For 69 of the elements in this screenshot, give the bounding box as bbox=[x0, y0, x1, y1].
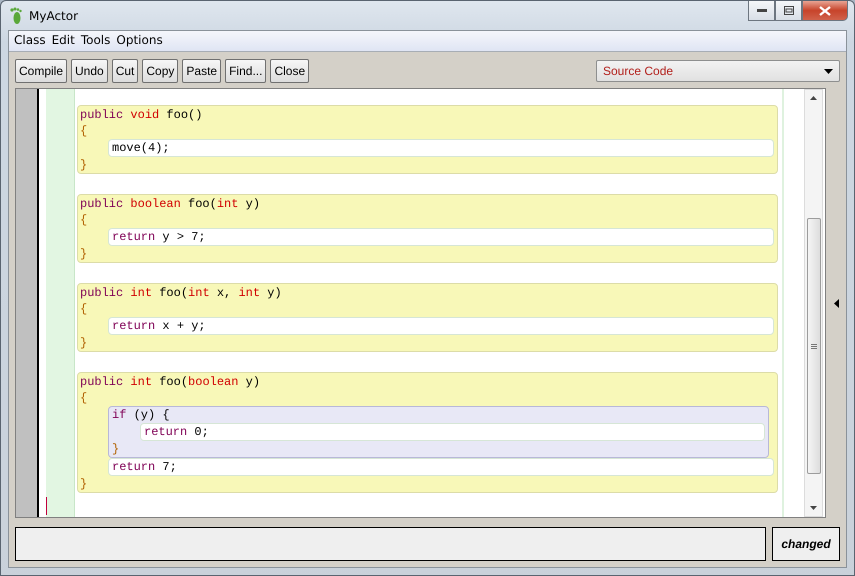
code-keyword: int bbox=[188, 286, 210, 300]
menu-item[interactable]: Options bbox=[113, 33, 166, 51]
toolbar-button[interactable]: Copy bbox=[142, 59, 178, 83]
code-text: y) bbox=[266, 286, 282, 300]
code-keyword: int bbox=[216, 197, 238, 211]
code-keyword: int bbox=[238, 286, 260, 300]
brace: } bbox=[80, 335, 88, 351]
maximize-button[interactable] bbox=[775, 1, 802, 21]
footprint-icon bbox=[9, 6, 23, 24]
scrollbar[interactable] bbox=[804, 89, 823, 517]
menu-item[interactable]: Edit bbox=[48, 33, 78, 51]
close-button[interactable] bbox=[802, 1, 848, 21]
code-text: foo( bbox=[158, 286, 188, 300]
brace: } bbox=[80, 157, 88, 173]
code-keyword: void bbox=[129, 108, 160, 122]
view-dropdown[interactable]: Source Code bbox=[596, 60, 840, 82]
code-text: x, bbox=[216, 286, 232, 300]
brace: { bbox=[80, 212, 88, 228]
maximize-icon bbox=[784, 6, 794, 15]
window-title: MyActor bbox=[29, 8, 80, 22]
menu-item[interactable]: Tools bbox=[78, 33, 114, 51]
toolbar-button[interactable]: Cut bbox=[112, 59, 138, 83]
toolbar-button[interactable]: Undo bbox=[71, 59, 108, 83]
menu-item[interactable]: Class bbox=[11, 33, 49, 51]
brace: { bbox=[80, 123, 88, 139]
scroll-up-icon[interactable] bbox=[810, 96, 817, 100]
brace: } bbox=[80, 476, 88, 492]
code-text: foo( bbox=[158, 375, 188, 389]
toolbar-button[interactable]: Find... bbox=[225, 59, 266, 83]
code-keyword: public bbox=[80, 197, 124, 211]
toolbar-button[interactable]: Close bbox=[270, 59, 310, 83]
code-keyword: return bbox=[144, 425, 188, 439]
brace: { bbox=[80, 390, 88, 406]
code-keyword: public bbox=[80, 286, 124, 300]
code-text: y > 7; bbox=[161, 230, 206, 244]
scroll-thumb[interactable] bbox=[806, 218, 820, 474]
code-text: 0; bbox=[193, 425, 209, 439]
code-text: x + y; bbox=[161, 319, 206, 333]
brace: } bbox=[112, 441, 120, 457]
brace: { bbox=[80, 301, 88, 317]
collapse-arrow-icon[interactable] bbox=[834, 298, 838, 308]
minimize-button[interactable] bbox=[748, 1, 775, 21]
dropdown-arrow-icon bbox=[824, 68, 833, 74]
code-keyword: if bbox=[112, 408, 126, 422]
status-label: changed bbox=[772, 527, 840, 561]
text-cursor bbox=[46, 497, 47, 515]
code-keyword: int bbox=[129, 286, 152, 300]
code-keyword: return bbox=[112, 230, 156, 244]
code-text: move(4); bbox=[112, 141, 170, 155]
code-keyword: public bbox=[80, 375, 124, 389]
brace: } bbox=[80, 246, 88, 262]
code-text: (y) { bbox=[132, 408, 170, 422]
close-icon bbox=[819, 6, 831, 16]
code-text: foo( bbox=[187, 197, 217, 211]
toolbar-button[interactable]: Paste bbox=[182, 59, 222, 83]
code-keyword: return bbox=[112, 460, 156, 474]
code-keyword: public bbox=[80, 108, 124, 122]
code-text: y) bbox=[244, 375, 260, 389]
code-text: y) bbox=[244, 197, 260, 211]
minimize-icon bbox=[756, 8, 766, 12]
code-keyword: int bbox=[129, 375, 152, 389]
code-text: 7; bbox=[161, 460, 177, 474]
code-keyword: boolean bbox=[129, 197, 181, 211]
toolbar-button[interactable]: Compile bbox=[15, 59, 68, 83]
scroll-down-icon[interactable] bbox=[810, 506, 817, 510]
code-keyword: boolean bbox=[188, 375, 238, 389]
code-keyword: return bbox=[112, 319, 156, 333]
code-editor[interactable]: public void foo() { move(4); } public boolean foo(int y) { return y > 7; } public int foo(int x, int y) { return x + y; } public int foo(boolean y) { if (y) { return 0; } return 7; } bbox=[15, 88, 826, 518]
code-text: foo() bbox=[165, 108, 202, 122]
